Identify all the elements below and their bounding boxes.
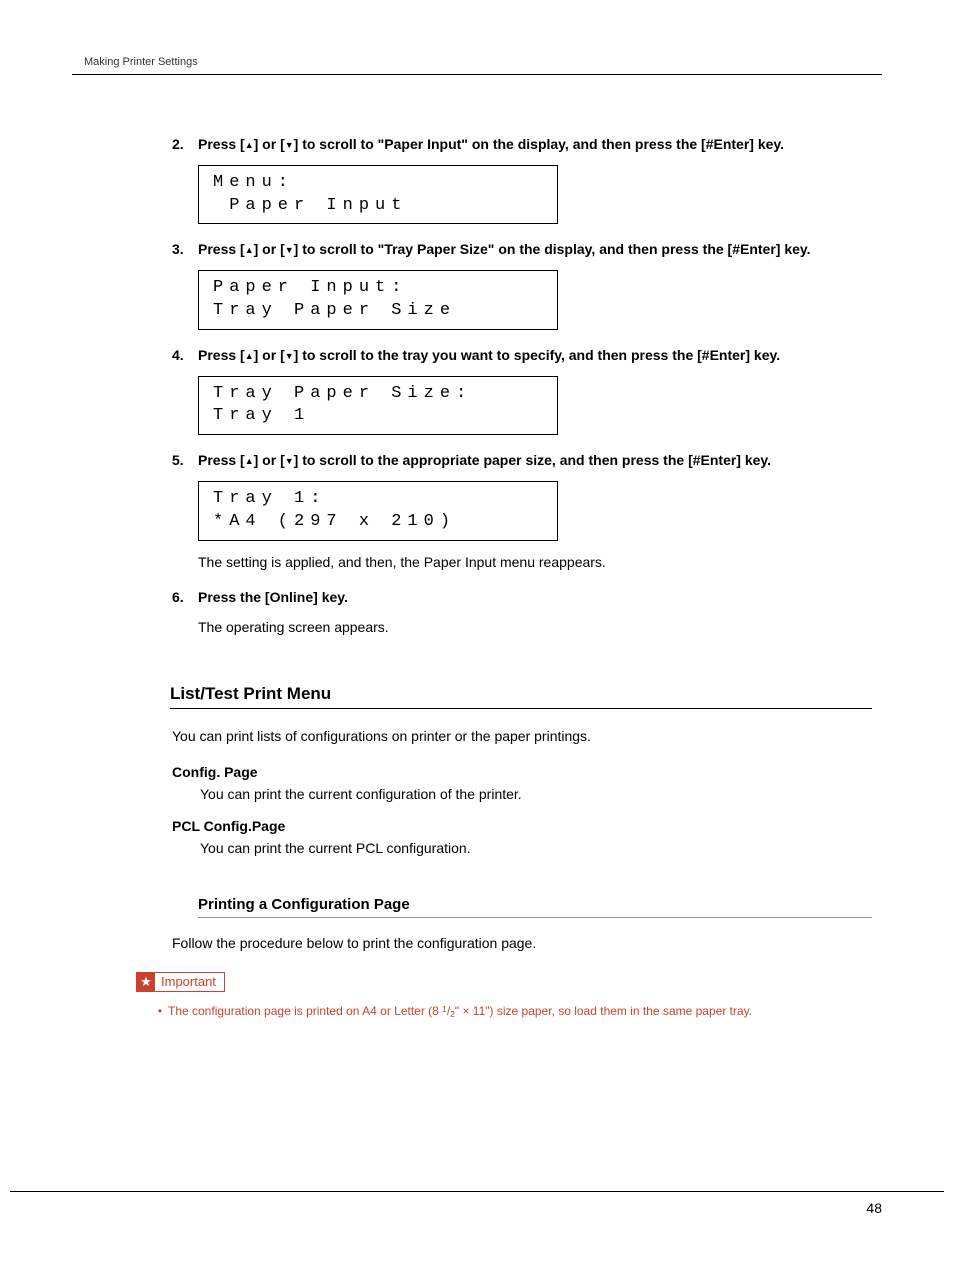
page-container: Making Printer Settings 2. Press [▲] or … [0,0,954,1060]
t: ] or [ [254,452,285,468]
t: " × 11") size paper, so load them in the… [455,1004,752,1018]
step-text: Press the [Online] key. [198,588,872,608]
up-triangle-icon: ▲ [245,245,254,255]
up-triangle-icon: ▲ [245,456,254,466]
subsection-heading: Printing a Configuration Page [198,896,872,918]
step-instruction: 4. Press [▲] or [▼] to scroll to the tra… [172,346,872,366]
step-text: Press [▲] or [▼] to scroll to "Tray Pape… [198,240,872,260]
important-note: • The configuration page is printed on A… [152,1002,872,1021]
step-result: The setting is applied, and then, the Pa… [198,553,872,573]
step-number: 6. [172,589,198,605]
term: Config. Page [172,764,872,780]
lcd-display: Tray 1: *A4 (297 x 210) [198,481,558,541]
page-number: 48 [866,1200,882,1216]
step-instruction: 5. Press [▲] or [▼] to scroll to the app… [172,451,872,471]
t: Press [ [198,452,245,468]
step-5: 5. Press [▲] or [▼] to scroll to the app… [172,451,872,572]
step-2: 2. Press [▲] or [▼] to scroll to "Paper … [172,135,872,224]
term-desc: You can print the current configuration … [200,786,872,802]
header-title: Making Printer Settings [84,56,882,68]
down-triangle-icon: ▼ [285,351,294,361]
step-3: 3. Press [▲] or [▼] to scroll to "Tray P… [172,240,872,329]
step-number: 2. [172,136,198,152]
lcd-display: Tray Paper Size: Tray 1 [198,376,558,436]
down-triangle-icon: ▼ [285,140,294,150]
down-triangle-icon: ▼ [285,245,294,255]
step-text: Press [▲] or [▼] to scroll to the tray y… [198,346,872,366]
term-desc: You can print the current PCL configurat… [200,840,872,856]
step-text: Press [▲] or [▼] to scroll to "Paper Inp… [198,135,872,155]
lcd-display: Paper Input: Tray Paper Size [198,270,558,330]
t: ] to scroll to the tray you want to spec… [294,347,780,363]
t: ] or [ [254,136,285,152]
t: ] or [ [254,347,285,363]
t: ] to scroll to the appropriate paper siz… [294,452,771,468]
footer-rule [10,1191,944,1192]
step-number: 5. [172,452,198,468]
up-triangle-icon: ▲ [245,351,254,361]
step-number: 3. [172,241,198,257]
step-result: The operating screen appears. [198,618,872,638]
term: PCL Config.Page [172,818,872,834]
important-label: Important [155,973,224,990]
content-area: 2. Press [▲] or [▼] to scroll to "Paper … [172,135,872,1020]
t: ] or [ [254,241,285,257]
t: ] to scroll to "Paper Input" on the disp… [294,136,784,152]
up-triangle-icon: ▲ [245,140,254,150]
step-instruction: 3. Press [▲] or [▼] to scroll to "Tray P… [172,240,872,260]
t: Press [ [198,136,245,152]
step-instruction: 6. Press the [Online] key. [172,588,872,608]
down-triangle-icon: ▼ [285,456,294,466]
t: Press [ [198,241,245,257]
important-callout: ★ Important [136,972,225,992]
t: ] to scroll to "Tray Paper Size" on the … [294,241,811,257]
t: The configuration page is printed on A4 … [168,1004,442,1018]
step-4: 4. Press [▲] or [▼] to scroll to the tra… [172,346,872,435]
header-rule [72,74,882,75]
note-text: The configuration page is printed on A4 … [168,1002,872,1021]
section-intro: You can print lists of configurations on… [172,727,872,747]
step-instruction: 2. Press [▲] or [▼] to scroll to "Paper … [172,135,872,155]
subsection-intro: Follow the procedure below to print the … [172,934,872,954]
section-heading: List/Test Print Menu [170,684,872,709]
step-number: 4. [172,347,198,363]
lcd-display: Menu: Paper Input [198,165,558,225]
step-6: 6. Press the [Online] key. The operating… [172,588,872,637]
bullet-icon: • [152,1002,168,1021]
t: Press [ [198,347,245,363]
step-text: Press [▲] or [▼] to scroll to the approp… [198,451,872,471]
star-icon: ★ [137,973,155,991]
